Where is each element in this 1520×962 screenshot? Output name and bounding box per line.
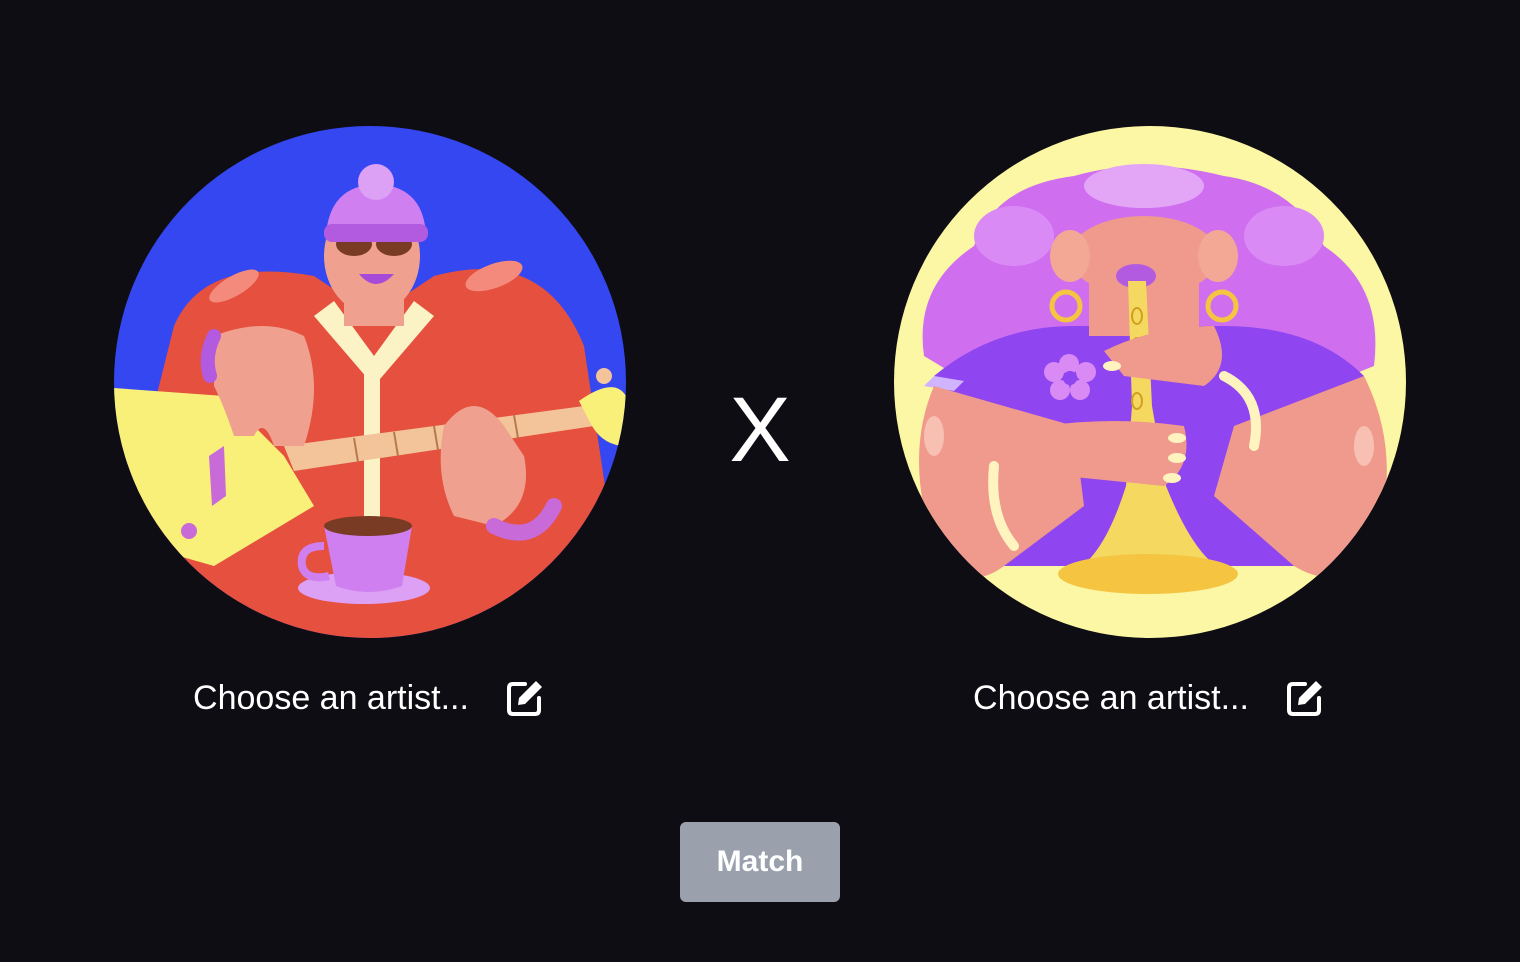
match-button[interactable]: Match xyxy=(680,822,840,902)
left-artist-avatar[interactable] xyxy=(114,126,626,638)
versus-symbol: X xyxy=(729,379,791,481)
left-artist-name-row: Choose an artist... xyxy=(114,676,626,720)
edit-icon[interactable] xyxy=(1283,676,1327,720)
guitar-player-illustration xyxy=(114,126,626,638)
right-artist-name-row: Choose an artist... xyxy=(894,676,1406,720)
trumpet-player-illustration xyxy=(894,126,1406,638)
artist-match-screen: Choose an artist... X Choose an artist..… xyxy=(0,0,1520,962)
left-artist-slot: Choose an artist... xyxy=(114,126,626,717)
edit-icon[interactable] xyxy=(503,676,547,720)
left-artist-name-label[interactable]: Choose an artist... xyxy=(193,676,469,720)
right-artist-avatar[interactable] xyxy=(894,126,1406,638)
right-artist-name-label[interactable]: Choose an artist... xyxy=(973,676,1249,720)
right-artist-slot: Choose an artist... xyxy=(894,126,1406,717)
